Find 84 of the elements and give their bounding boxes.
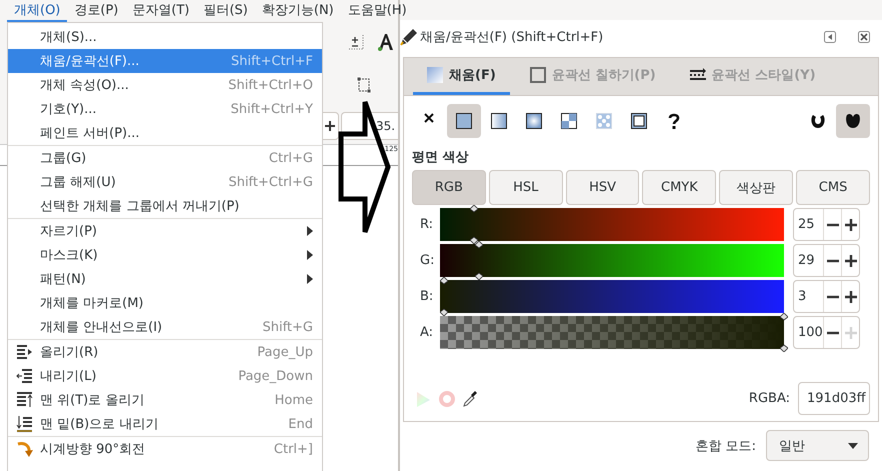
question-mark-icon [668, 113, 680, 129]
dialog-title: 채움/윤곽선(F) (Shift+Ctrl+F) [420, 29, 604, 46]
menu-item[interactable]: 마스크(K) [8, 243, 322, 267]
text-tool-icon [378, 33, 394, 51]
menu-item[interactable]: 시계방향 90°회전 Ctrl+] [8, 437, 322, 461]
tab[interactable]: 채움(F) [413, 58, 510, 95]
snap-icon [348, 34, 364, 50]
menu-item[interactable]: 개체를 마커로(M) [8, 291, 322, 315]
menu-item[interactable]: 페인트 서버(P)... [8, 121, 322, 145]
menu-item[interactable]: 선택한 개체를 그룹에서 꺼내기(P) [8, 194, 322, 218]
eyedropper-icon[interactable] [463, 390, 477, 406]
rgba-field[interactable]: 191d03ff [798, 382, 870, 415]
menu-item[interactable]: 맨 밑(B)으로 내리기 End [8, 412, 322, 436]
menu-item[interactable]: 자르기(P) [8, 219, 322, 243]
collapse-icon[interactable] [824, 31, 836, 43]
rotate-clockwise-icon [16, 440, 34, 458]
color-slider[interactable] [440, 280, 784, 313]
menu-item[interactable]: 내리기(L) Page_Down [8, 364, 322, 388]
frame-icon [357, 77, 371, 93]
menu-item[interactable]: 개체 속성(O)... Shift+Ctrl+O [8, 73, 322, 97]
close-icon[interactable] [858, 31, 870, 43]
menu-item[interactable]: 그룹 해제(U) Shift+Ctrl+G [8, 170, 322, 194]
plus-icon[interactable] [844, 218, 856, 230]
menu-bar-item[interactable]: 문자열(T) [125, 0, 196, 22]
color-ring-icon[interactable] [439, 390, 455, 406]
fill-rule-button[interactable] [836, 104, 870, 138]
slider-thumb[interactable] [470, 205, 478, 244]
spin-field[interactable]: 100 [793, 316, 860, 349]
channel-label: R: [419, 217, 434, 232]
blend-mode-label: 혼합 모드: [695, 438, 756, 454]
color-mode-tab[interactable]: HSL [488, 170, 563, 205]
spin-field[interactable]: 3 [793, 280, 860, 313]
menu-item[interactable]: 맨 위(T)로 올리기 Home [8, 388, 322, 412]
menu-bar-item[interactable]: 확장기능(N) [254, 0, 341, 22]
channel-label: A: [419, 325, 434, 340]
radial-gradient-icon [526, 113, 542, 129]
menu-item[interactable]: 개체를 안내선으로(I) Shift+G [8, 315, 322, 339]
lower-layers-icon [16, 367, 34, 385]
color-mode-tab[interactable]: CMYK [642, 170, 716, 205]
pen-icon [400, 28, 418, 46]
spin-field[interactable]: 29 [793, 244, 860, 277]
raise-layers-icon [16, 343, 34, 361]
swatch-icon [631, 113, 647, 129]
caret-icon [848, 442, 858, 448]
pattern-icon [596, 113, 612, 129]
color-slider[interactable] [440, 244, 784, 277]
color-mode-tab[interactable]: RGB [412, 170, 486, 205]
heart-shape-icon [845, 113, 861, 129]
hollow-square-icon [530, 67, 546, 83]
plus-icon [325, 121, 335, 131]
plus-icon[interactable] [844, 290, 856, 302]
slider-thumb[interactable] [475, 241, 484, 280]
linear-gradient-icon [491, 113, 507, 129]
menu-item[interactable]: 채움/윤곽선(F)... Shift+Ctrl+F [8, 49, 322, 73]
stroke-style-icon [690, 67, 706, 83]
fill-swatch-icon [427, 67, 443, 83]
menu-bar-item[interactable]: 필터(S) [196, 0, 255, 22]
channel-label: G: [419, 253, 436, 268]
menu-item[interactable]: 기호(Y)... Shift+Ctrl+Y [8, 97, 322, 121]
menu-item[interactable]: 올리기(R) Page_Up [8, 340, 322, 364]
plus-icon[interactable] [844, 254, 856, 266]
slider-thumb[interactable] [440, 277, 448, 316]
color-mode-tab[interactable]: 색상판 [719, 170, 794, 205]
slider-thumb[interactable] [780, 313, 788, 352]
color-wheel-icon[interactable] [416, 390, 431, 406]
color-mode-tab[interactable]: HSV [566, 170, 640, 205]
top-layers-icon [16, 391, 34, 409]
color-slider[interactable] [440, 208, 784, 241]
flat-color-icon [456, 113, 472, 129]
menu-bar-item[interactable]: 도움말(H) [340, 0, 414, 22]
menu-bar-item[interactable]: 경로(P) [67, 0, 126, 22]
color-mode-tab[interactable]: CMS [796, 170, 870, 205]
menu-item[interactable]: 개체(S)... [8, 25, 322, 49]
menu-item[interactable]: 패턴(N) [8, 267, 322, 291]
bottom-layers-icon [16, 415, 34, 433]
spin-field[interactable]: 25 [793, 208, 860, 241]
fill-type-button[interactable] [447, 104, 481, 138]
section-label: 평면 색상 [412, 149, 470, 166]
rgba-label: RGBA: [748, 391, 790, 406]
checker-square-icon [561, 113, 577, 129]
blend-mode-dropdown[interactable]: 일반 [766, 430, 869, 461]
horseshoe-icon [810, 113, 826, 129]
channel-label: B: [419, 289, 434, 304]
menu-item[interactable]: 그룹(G) Ctrl+G [8, 146, 322, 170]
